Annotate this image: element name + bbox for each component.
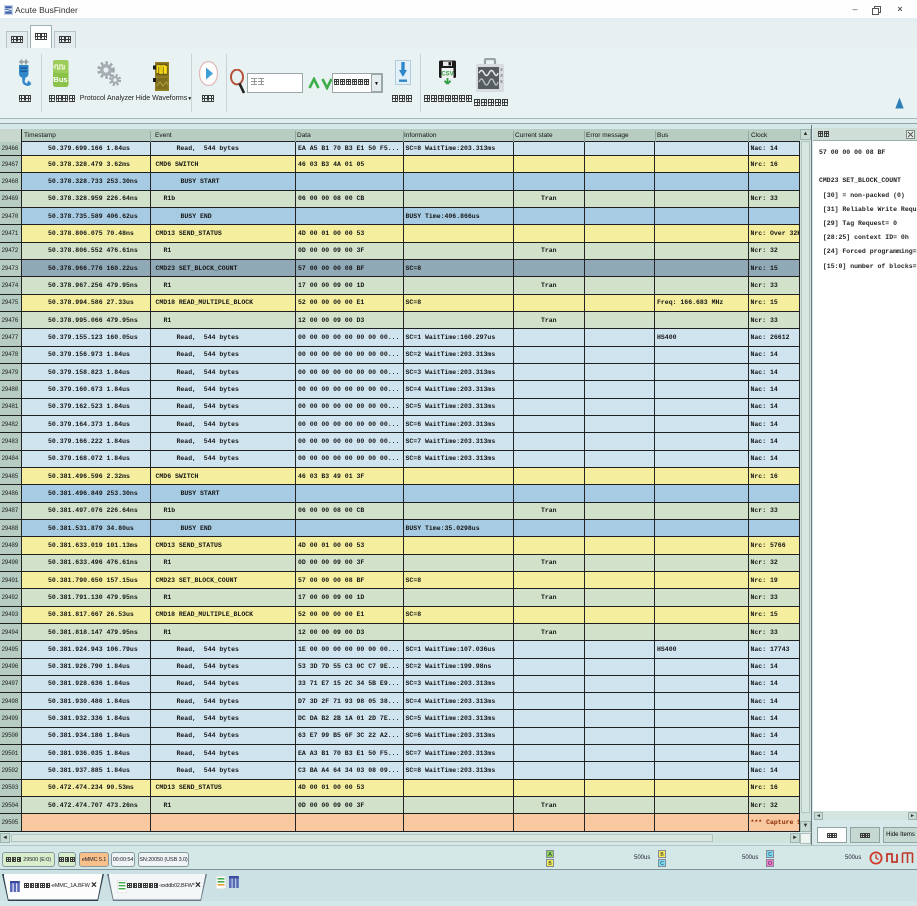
svg-text:CSV: CSV (441, 72, 453, 78)
svg-text:Bus: Bus (53, 75, 67, 84)
